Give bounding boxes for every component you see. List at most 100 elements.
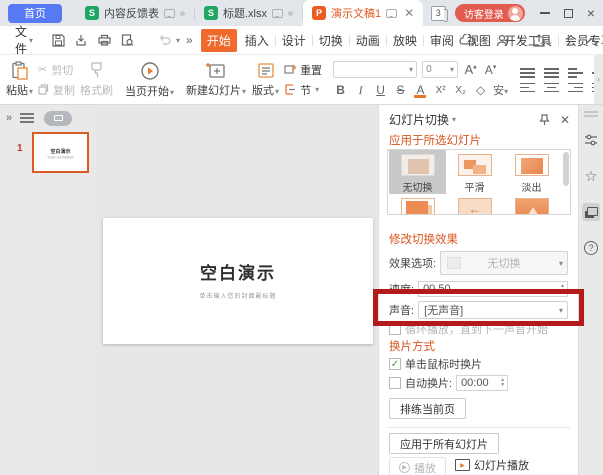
- play-button[interactable]: ▶ 播放: [389, 457, 446, 475]
- ribbon-tab-slideshow[interactable]: 放映: [387, 29, 423, 52]
- auto-advance-time-input[interactable]: 00:00 ▲ ▼: [456, 375, 509, 391]
- tab-doc-spreadsheet-1[interactable]: S 内容反馈表: [76, 0, 194, 26]
- numbered-list-icon[interactable]: [544, 68, 560, 78]
- tab-home[interactable]: 首页: [8, 3, 62, 23]
- chevron-down-icon[interactable]: ▾: [452, 115, 456, 124]
- slideshow-play-icon: [455, 459, 470, 471]
- bold-button[interactable]: B: [333, 83, 348, 97]
- tab-doc-spreadsheet-2[interactable]: S 标题.xlsx: [195, 0, 302, 26]
- bullet-list-icon[interactable]: [520, 68, 536, 78]
- on-click-checkbox[interactable]: ✓: [389, 358, 401, 370]
- object-properties-icon[interactable]: [582, 131, 600, 149]
- print-icon[interactable]: [97, 32, 112, 49]
- decrease-indent-icon[interactable]: [568, 68, 584, 78]
- transition-cut[interactable]: 切出: [389, 194, 446, 214]
- close-window-button[interactable]: ×: [587, 5, 595, 21]
- guest-login-button[interactable]: 访客登录: [454, 4, 525, 22]
- superscript-button[interactable]: X²: [433, 85, 448, 96]
- align-right-icon[interactable]: [568, 82, 584, 93]
- font-size-select[interactable]: 0 ▾: [422, 61, 459, 78]
- strikethrough-button[interactable]: S: [393, 83, 408, 97]
- subscript-button[interactable]: X₂: [453, 85, 468, 96]
- auto-advance-checkbox[interactable]: [389, 377, 401, 389]
- cut-button[interactable]: ✂ 剪切: [38, 62, 75, 78]
- italic-button[interactable]: I: [353, 83, 368, 98]
- comment-bubble-icon[interactable]: [272, 8, 283, 18]
- transition-wipe[interactable]: ← 擦除: [446, 194, 503, 214]
- reset-button[interactable]: 重置: [284, 62, 322, 78]
- increase-font-icon[interactable]: A▴: [463, 62, 478, 77]
- ribbon-tab-transition[interactable]: 切换: [313, 29, 349, 52]
- ribbon-tab-home[interactable]: 开始: [200, 28, 237, 52]
- ribbon-tab-design[interactable]: 设计: [276, 29, 312, 52]
- transition-none[interactable]: 无切换: [389, 150, 446, 194]
- share-icon[interactable]: [530, 32, 547, 49]
- slide-view-toggle[interactable]: [44, 110, 73, 126]
- font-family-select[interactable]: ▾: [333, 61, 418, 78]
- new-slide-button[interactable]: 新建幻灯片▾: [183, 55, 249, 104]
- add-user-icon[interactable]: [494, 32, 511, 49]
- more-chevron-icon[interactable]: »: [186, 33, 193, 47]
- transition-pane-icon[interactable]: [582, 203, 600, 221]
- drag-handle-icon[interactable]: [584, 111, 598, 113]
- export-icon[interactable]: [74, 32, 89, 49]
- gallery-scrollbar[interactable]: [563, 152, 569, 186]
- paste-button[interactable]: 粘贴▾: [3, 55, 36, 104]
- transition-smooth[interactable]: 平滑: [446, 150, 503, 194]
- speed-input[interactable]: 00.50 ▲ ▼: [418, 281, 568, 297]
- print-preview-icon[interactable]: [120, 32, 135, 49]
- format-painter-button[interactable]: 格式刷: [77, 55, 116, 104]
- transition-shape[interactable]: 形状: [503, 194, 560, 214]
- slideshow-play-button[interactable]: 幻灯片播放: [455, 457, 529, 473]
- toolbar-expand-strip[interactable]: ›: [594, 55, 603, 104]
- document-count-badge[interactable]: 3: [430, 5, 448, 22]
- slide-thumbnail-1[interactable]: 空白演示 单击输入您的封面副标题: [32, 132, 89, 173]
- apply-all-button[interactable]: 应用于所有幻灯片: [389, 433, 499, 454]
- chevron-down-icon[interactable]: ▾: [176, 36, 180, 45]
- transition-wipe-icon: ←: [457, 198, 492, 214]
- transition-fade[interactable]: 淡出: [503, 150, 560, 194]
- ribbon-tab-insert[interactable]: 插入: [239, 29, 275, 52]
- decrease-font-icon[interactable]: A▾: [483, 63, 498, 77]
- maximize-button[interactable]: [563, 8, 573, 18]
- comment-bubble-icon[interactable]: [164, 8, 175, 18]
- copy-button[interactable]: 复制: [38, 82, 75, 98]
- undo-icon[interactable]: [157, 32, 172, 49]
- help-icon[interactable]: ?: [582, 239, 600, 257]
- play-from-current-button[interactable]: 当页开始▾: [122, 55, 177, 104]
- underline-button[interactable]: U: [373, 83, 388, 97]
- ribbon-tab-animation[interactable]: 动画: [350, 29, 386, 52]
- save-icon[interactable]: [51, 32, 66, 49]
- close-tab-icon[interactable]: ✕: [404, 6, 414, 20]
- loop-sound-checkbox[interactable]: [389, 323, 401, 335]
- clear-format-icon[interactable]: ◇: [473, 83, 488, 97]
- file-menu[interactable]: 文件: [15, 23, 27, 57]
- tab-doc-presentation-active[interactable]: P 演示文稿1 ✕: [303, 0, 424, 26]
- section-button[interactable]: 节 ▾: [284, 82, 322, 98]
- layout-button[interactable]: 版式▾: [249, 55, 282, 104]
- slide-editor[interactable]: 空白演示 单击输入您的封面副标题: [103, 218, 373, 344]
- loop-sound-label: 循环播放，直到下一声音开始: [405, 324, 548, 335]
- collapse-ribbon-icon[interactable]: [586, 33, 597, 47]
- cloud-sync-icon[interactable]: [458, 32, 475, 49]
- slide-title[interactable]: 空白演示: [103, 259, 373, 284]
- expand-panel-icon[interactable]: »: [6, 112, 12, 124]
- align-left-icon[interactable]: [520, 82, 536, 93]
- slide-subtitle[interactable]: 单击输入您的封面副标题: [103, 291, 373, 300]
- copy-label: 复制: [53, 84, 76, 97]
- close-panel-icon[interactable]: ✕: [560, 113, 570, 127]
- phonetic-guide-button[interactable]: 安▾: [493, 82, 508, 98]
- transition-panel: 幻灯片切换 ▾ ✕ 应用于所选幻灯片 无切换 平滑 淡出 ← 修改切换效果 效果…: [378, 105, 578, 475]
- pin-icon[interactable]: [539, 113, 550, 126]
- effect-option-select[interactable]: 无切换 ▾: [440, 251, 568, 275]
- sound-select[interactable]: [无声音] ▾: [418, 301, 568, 319]
- rehearse-button[interactable]: 排练当前页: [389, 398, 466, 419]
- minimize-button[interactable]: [539, 12, 550, 14]
- font-color-button[interactable]: A: [413, 83, 428, 98]
- smart-features-icon[interactable]: ☆: [582, 167, 600, 185]
- outline-view-icon[interactable]: [20, 113, 35, 123]
- align-center-icon[interactable]: [544, 82, 560, 93]
- format-painter-label: 格式刷: [80, 84, 114, 97]
- more-options-icon[interactable]: ⋮: [562, 32, 575, 48]
- comment-bubble-icon[interactable]: [386, 8, 398, 18]
